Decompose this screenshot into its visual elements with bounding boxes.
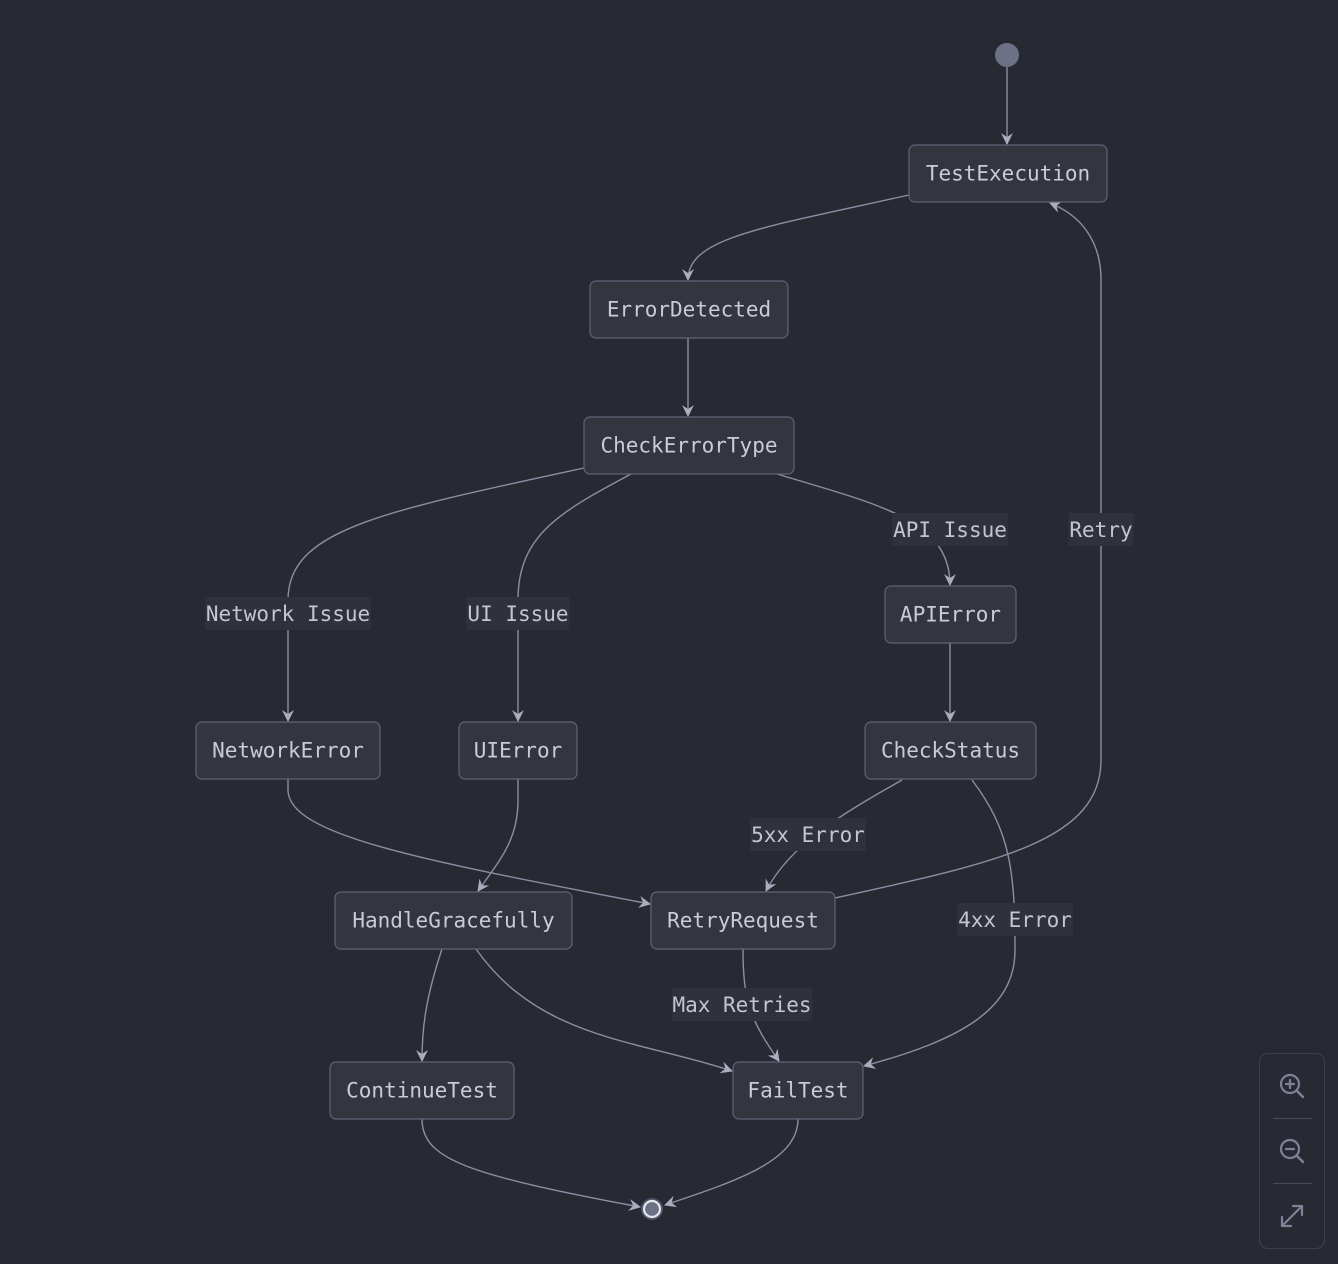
zoom-in-button[interactable] <box>1260 1054 1324 1118</box>
edge-label: Network Issue <box>205 597 371 630</box>
state-node-handle-gracefully[interactable]: HandleGracefully <box>334 891 573 950</box>
edge-label-text: 5xx Error <box>751 823 865 847</box>
edge-label-text: 4xx Error <box>958 908 1072 932</box>
state-node-retry-request[interactable]: RetryRequest <box>650 891 836 950</box>
zoom-out-icon <box>1279 1138 1305 1164</box>
state-label: UIError <box>474 739 563 763</box>
edge-networkerror-to-retryrequest <box>287 779 651 908</box>
state-label: ErrorDetected <box>607 298 771 322</box>
state-diagram: Network Issue UI Issue API Issue 5xx Error 4… <box>195 43 1134 1220</box>
edge-label: Retry <box>1068 513 1134 546</box>
edge-label-text: Retry <box>1069 518 1132 542</box>
zoom-in-icon <box>1279 1073 1305 1099</box>
zoom-controls <box>1259 1053 1325 1249</box>
edge-label-text: API Issue <box>893 518 1007 542</box>
state-label: ContinueTest <box>346 1079 498 1103</box>
state-node-continue-test[interactable]: ContinueTest <box>329 1061 515 1120</box>
state-label: CheckErrorType <box>600 434 777 458</box>
fit-view-button[interactable] <box>1260 1184 1324 1248</box>
edge-retryrequest-to-testexecution <box>834 201 1102 899</box>
state-label: FailTest <box>747 1079 848 1103</box>
expand-icon <box>1280 1204 1304 1228</box>
state-label: TestExecution <box>926 162 1090 186</box>
edge-label: Max Retries <box>671 988 813 1021</box>
edge-failtest-to-end <box>664 1118 799 1208</box>
zoom-out-button[interactable] <box>1260 1119 1324 1183</box>
edge-continuetest-to-end <box>421 1118 641 1211</box>
state-node-fail-test[interactable]: FailTest <box>732 1061 864 1120</box>
edge-handlegracefully-to-continuetest <box>416 948 443 1062</box>
edge-label: UI Issue <box>466 597 570 630</box>
state-label: NetworkError <box>212 739 364 763</box>
edge-label: API Issue <box>892 513 1008 546</box>
state-node-uierror[interactable]: UIError <box>458 721 578 780</box>
edge-label-text: Network Issue <box>206 602 370 626</box>
state-label: APIError <box>900 603 1001 627</box>
edge-testexecution-to-errordetected <box>682 194 910 281</box>
state-node-error-detected[interactable]: ErrorDetected <box>589 280 789 339</box>
start-state <box>995 43 1019 67</box>
state-label: CheckStatus <box>881 739 1020 763</box>
edge-label-text: Max Retries <box>672 993 811 1017</box>
edge-checkerrortype-to-networkerror <box>282 467 585 722</box>
state-label: HandleGracefully <box>352 909 554 933</box>
state-node-test-execution[interactable]: TestExecution <box>908 144 1108 203</box>
end-state <box>641 1198 663 1220</box>
state-node-network-error[interactable]: NetworkError <box>195 721 381 780</box>
edge-label: 5xx Error <box>750 818 866 851</box>
edge-label-text: UI Issue <box>467 602 568 626</box>
state-node-check-error-type[interactable]: CheckErrorType <box>583 416 795 475</box>
edge-label: 4xx Error <box>957 903 1073 936</box>
state-node-check-status[interactable]: CheckStatus <box>864 721 1037 780</box>
state-label: RetryRequest <box>667 909 819 933</box>
state-node-apierror[interactable]: APIError <box>884 585 1017 644</box>
